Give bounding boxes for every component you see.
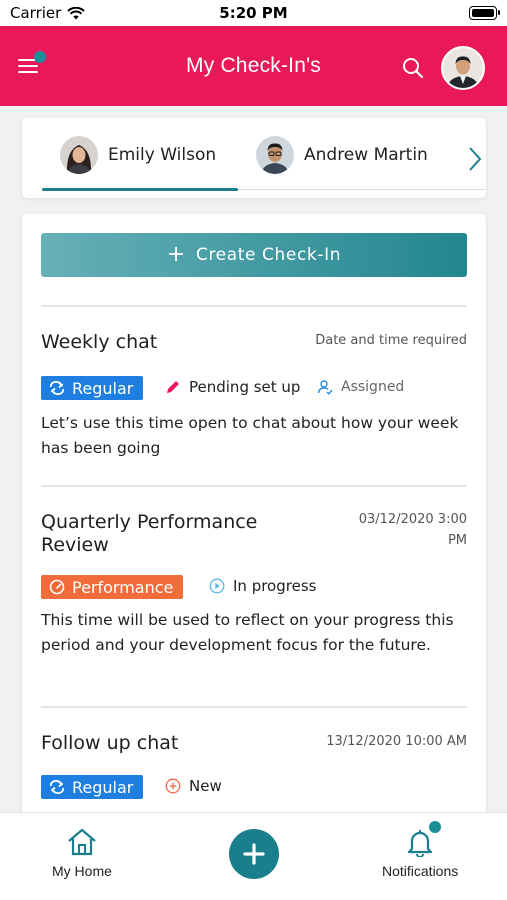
checkin-title: Follow up chat xyxy=(41,732,179,754)
search-icon xyxy=(403,58,424,79)
type-badge-label: Regular xyxy=(72,777,134,797)
status-label: In progress xyxy=(233,577,317,595)
menu-notification-dot xyxy=(34,51,46,63)
plus-icon: + xyxy=(166,242,186,267)
type-badge-performance: Performance xyxy=(41,575,184,599)
home-icon xyxy=(68,828,96,856)
nav-label: Notifications xyxy=(382,863,459,879)
checkins-card: + Create Check-In Weekly chat Date and t… xyxy=(22,214,486,854)
status-label: Pending set up xyxy=(189,378,301,396)
nav-label: My Home xyxy=(52,863,112,879)
type-badge-label: Performance xyxy=(72,577,174,597)
checkin-date: 13/12/2020 10:00 AM xyxy=(326,734,467,749)
avatar-man-icon xyxy=(443,48,483,88)
person-avatar xyxy=(60,136,98,174)
nav-my-home[interactable]: My Home xyxy=(52,827,112,879)
type-badge-regular: Regular xyxy=(41,376,144,400)
checkin-title: Quarterly Performance Review xyxy=(41,511,258,556)
page-title: My Check-In's xyxy=(186,54,321,77)
avatar-woman-icon xyxy=(60,136,98,174)
people-tabs: Emily Wilson Andrew Martin xyxy=(22,118,486,198)
create-checkin-button[interactable]: + Create Check-In xyxy=(41,233,467,277)
notification-dot xyxy=(429,821,442,833)
add-button[interactable] xyxy=(229,829,279,879)
user-assigned-icon xyxy=(317,380,333,395)
pencil-icon xyxy=(167,381,179,393)
gauge-icon xyxy=(49,579,65,595)
type-badge-label: Regular xyxy=(72,378,134,398)
active-tab-indicator xyxy=(42,188,238,191)
menu-icon-bar xyxy=(18,65,38,67)
checkin-status: In progress xyxy=(209,577,316,595)
assignment-status: Assigned xyxy=(317,379,404,395)
notification-bell xyxy=(403,821,442,858)
nav-notifications[interactable]: Notifications xyxy=(382,821,459,879)
chevron-right-icon xyxy=(469,147,482,171)
checkin-description: Let’s use this time open to chat about h… xyxy=(41,414,459,457)
plus-circle-icon xyxy=(165,778,181,794)
checkin-status: Pending set up xyxy=(165,378,300,396)
scroll-right-button[interactable] xyxy=(462,144,486,174)
status-bar: Carrier 5:20 PM xyxy=(0,0,507,26)
checkin-item-quarterly-review[interactable]: Quarterly Performance Review 03/12/2020 … xyxy=(41,485,467,705)
checkin-status: New xyxy=(165,777,222,795)
person-avatar xyxy=(256,136,294,174)
clock: 5:20 PM xyxy=(219,4,288,22)
battery-icon xyxy=(469,6,500,20)
search-button[interactable] xyxy=(401,56,425,80)
checkin-item-weekly-chat[interactable]: Weekly chat Date and time required Regul… xyxy=(41,305,467,485)
person-tab-andrew-martin[interactable]: Andrew Martin xyxy=(256,136,428,174)
tab-divider xyxy=(238,189,486,190)
person-name: Emily Wilson xyxy=(108,145,217,165)
checkin-description: This time will be used to reflect on you… xyxy=(41,611,454,654)
user-avatar[interactable] xyxy=(441,46,485,90)
play-circle-icon xyxy=(209,578,225,594)
type-badge-regular: Regular xyxy=(41,775,144,799)
plus-icon xyxy=(243,843,265,865)
repeat-icon xyxy=(49,381,65,395)
person-tab-emily-wilson[interactable]: Emily Wilson xyxy=(60,136,216,174)
person-name: Andrew Martin xyxy=(304,145,428,165)
avatar-man-glasses-icon xyxy=(256,136,294,174)
repeat-icon xyxy=(49,780,65,794)
menu-icon-bar xyxy=(18,71,38,73)
checkin-date: Date and time required xyxy=(315,333,467,348)
menu-button[interactable] xyxy=(18,51,46,77)
create-checkin-label: Create Check-In xyxy=(195,245,342,265)
bottom-navigation: My Home Notifications xyxy=(0,812,507,900)
checkin-title: Weekly chat xyxy=(41,331,158,353)
app-header: My Check-In's xyxy=(0,26,507,106)
checkin-date: 03/12/2020 3:00 PM xyxy=(358,512,467,548)
assignment-label: Assigned xyxy=(341,379,405,395)
status-label: New xyxy=(189,777,222,795)
